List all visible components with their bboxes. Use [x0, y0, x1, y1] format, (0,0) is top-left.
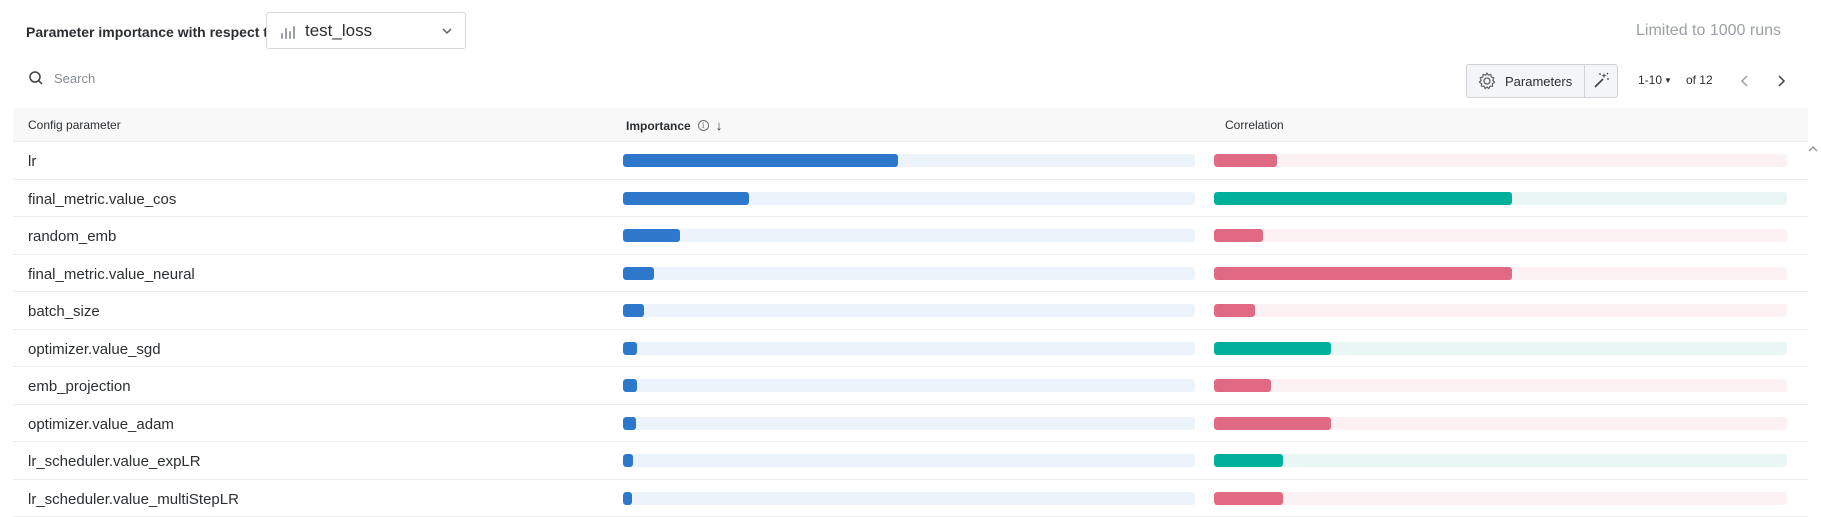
- scroll-up-button[interactable]: [1807, 141, 1821, 153]
- importance-bar-track: [623, 379, 1195, 392]
- negative-correlation-bar: [1214, 304, 1256, 317]
- correlation-bar-track: [1214, 229, 1787, 242]
- search-box: [28, 70, 354, 86]
- importance-bar-track: [623, 229, 1195, 242]
- parameter-name: final_metric.value_cos: [28, 190, 177, 208]
- correlation-bar-track: [1214, 154, 1787, 167]
- magic-wand-icon: [1594, 72, 1610, 88]
- chevron-down-icon: [442, 28, 452, 35]
- negative-correlation-bar: [1214, 229, 1263, 242]
- column-header-importance[interactable]: Importance i ↓: [626, 118, 722, 133]
- table-body: lr final_metric.value_cos random_emb final_…: [13, 142, 1808, 517]
- table-row[interactable]: lr: [13, 142, 1808, 180]
- parameter-name: lr: [28, 153, 37, 170]
- correlation-bar-track: [1214, 266, 1787, 280]
- correlation-bar-track: [1214, 191, 1787, 205]
- parameters-button-group: Parameters: [1466, 64, 1619, 98]
- parameter-name: final_metric.value_neural: [28, 265, 195, 283]
- importance-bar: [623, 229, 681, 242]
- negative-correlation-bar: [1214, 491, 1283, 505]
- correlation-bar-track: [1214, 454, 1787, 467]
- importance-bar-track: [623, 191, 1195, 205]
- header-bar: Parameter importance with respect to tes…: [26, 12, 1821, 50]
- importance-bar: [623, 416, 636, 430]
- correlation-bar-track: [1214, 304, 1787, 317]
- importance-bar: [623, 154, 898, 167]
- importance-title: Parameter importance with respect to: [26, 24, 277, 40]
- importance-bar-track: [623, 454, 1195, 467]
- importance-bar: [623, 304, 645, 317]
- magic-wand-button[interactable]: [1585, 65, 1617, 97]
- positive-correlation-bar: [1214, 454, 1283, 467]
- table-row[interactable]: optimizer.value_adam: [13, 405, 1808, 442]
- parameter-name: optimizer.value_sgd: [28, 340, 161, 358]
- importance-bar-track: [623, 341, 1195, 355]
- info-icon[interactable]: i: [697, 120, 709, 131]
- table-row[interactable]: final_metric.value_cos: [13, 180, 1808, 217]
- metric-select-value: test_loss: [305, 20, 373, 40]
- search-input[interactable]: [54, 70, 354, 86]
- chevron-left-icon: [1740, 75, 1748, 87]
- chevron-up-icon: [1808, 146, 1818, 152]
- page-total: of 12: [1685, 73, 1713, 87]
- parameter-name: emb_projection: [28, 378, 131, 395]
- importance-label: Importance: [626, 118, 691, 133]
- importance-bar-track: [623, 154, 1195, 167]
- table-row[interactable]: lr_scheduler.value_expLR: [13, 442, 1808, 480]
- caret-down-icon: ▼: [1664, 75, 1672, 85]
- parameters-button[interactable]: Parameters: [1467, 65, 1586, 97]
- parameters-label: Parameters: [1505, 73, 1573, 89]
- prev-page-button[interactable]: [1734, 70, 1756, 92]
- column-header-config: Config parameter: [28, 118, 121, 132]
- correlation-bar-track: [1214, 491, 1787, 505]
- importance-bar: [623, 379, 637, 392]
- bar-chart-icon: [281, 23, 297, 39]
- negative-correlation-bar: [1214, 379, 1272, 392]
- parameter-name: batch_size: [28, 303, 100, 320]
- metric-select[interactable]: test_loss: [266, 12, 466, 49]
- parameter-name: optimizer.value_adam: [28, 415, 174, 433]
- next-page-button[interactable]: [1770, 70, 1792, 92]
- parameter-table: Config parameter Importance i ↓ Correlat…: [13, 108, 1808, 517]
- negative-correlation-bar: [1214, 416, 1332, 430]
- table-row[interactable]: random_emb: [13, 217, 1808, 255]
- negative-correlation-bar: [1214, 266, 1512, 280]
- parameter-name: lr_scheduler.value_multiStepLR: [28, 490, 239, 508]
- importance-bar: [623, 341, 638, 355]
- importance-bar: [623, 491, 633, 505]
- importance-bar: [623, 266, 655, 280]
- table-row[interactable]: final_metric.value_neural: [13, 255, 1808, 292]
- toolbar: Parameters 1-10▼ of 12: [0, 64, 1821, 102]
- importance-bar-track: [623, 266, 1195, 280]
- correlation-bar-track: [1214, 379, 1787, 392]
- parameter-name: random_emb: [28, 228, 117, 245]
- positive-correlation-bar: [1214, 191, 1512, 205]
- column-header-correlation: Correlation: [1225, 118, 1284, 132]
- table-row[interactable]: optimizer.value_sgd: [13, 330, 1808, 367]
- importance-bar: [623, 454, 633, 467]
- gear-icon: [1478, 72, 1496, 90]
- page-size-select[interactable]: 1-10 ▼: [1638, 73, 1672, 87]
- table-header: Config parameter Importance i ↓ Correlat…: [13, 108, 1808, 142]
- negative-correlation-bar: [1214, 154, 1278, 167]
- search-icon: [29, 71, 43, 85]
- page-range: 1-10: [1638, 73, 1663, 87]
- table-row[interactable]: emb_projection: [13, 367, 1808, 405]
- importance-bar-track: [623, 416, 1195, 430]
- importance-bar-track: [623, 491, 1195, 505]
- correlation-bar-track: [1214, 416, 1787, 430]
- positive-correlation-bar: [1214, 341, 1332, 355]
- importance-bar: [623, 191, 749, 205]
- correlation-bar-track: [1214, 341, 1787, 355]
- chevron-right-icon: [1778, 75, 1786, 87]
- table-row[interactable]: batch_size: [13, 292, 1808, 330]
- table-row[interactable]: lr_scheduler.value_multiStepLR: [13, 480, 1808, 517]
- importance-bar-track: [623, 304, 1195, 317]
- arrow-down-icon: ↓: [715, 118, 723, 133]
- pagination: 1-10 ▼ of 12: [1638, 73, 1713, 87]
- run-limit-text: Limited to 1000 runs: [1636, 22, 1781, 39]
- parameter-name: lr_scheduler.value_expLR: [28, 453, 201, 470]
